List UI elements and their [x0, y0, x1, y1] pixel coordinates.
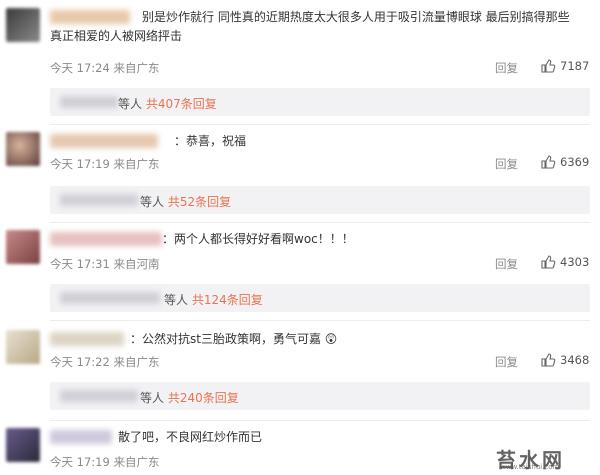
comment-text: 别是炒作就行 同性真的近期热度太大很多人用于吸引流量博眼球 最后别搞得那些 [142, 10, 570, 24]
reply-button[interactable]: 回复 [495, 60, 518, 76]
replies-summary[interactable]: 等人 共407条回复 [50, 88, 590, 116]
comment-text: ：两个人都长得好好看啊woc！！！ [162, 232, 354, 246]
replies-count[interactable]: 等人 共407条回复 [118, 95, 217, 112]
comment-meta: 今天 17:19 来自广东 [50, 157, 160, 171]
divider [50, 222, 590, 223]
reply-users-blurred [60, 390, 138, 402]
like-count: 6369 [560, 155, 590, 169]
replies-link[interactable]: 共124条回复 [192, 293, 263, 307]
replies-count[interactable]: 等人 共240条回复 [140, 389, 239, 406]
reply-button[interactable]: 回复 [495, 354, 518, 370]
avatar[interactable] [6, 8, 40, 42]
thumbs-up-icon [541, 353, 556, 367]
like-count: 3468 [560, 353, 590, 367]
reply-button[interactable]: 回复 [495, 256, 518, 272]
reply-users-blurred [60, 292, 160, 304]
like-count: 7187 [560, 59, 590, 73]
avatar[interactable] [6, 330, 40, 364]
thumbs-up-icon [541, 255, 556, 269]
comment-text-line2: 真正相爱的人被网络抨击 [50, 29, 183, 43]
replies-summary[interactable]: 等人 共240条回复 [50, 382, 590, 410]
comment-meta: 今天 17:24 来自广东 [50, 61, 160, 75]
thumbs-up-icon [541, 59, 556, 73]
replies-count[interactable]: 等人 共124条回复 [164, 291, 263, 308]
comment-meta: 今天 17:31 来自河南 [50, 257, 160, 271]
thumbs-up-icon [541, 155, 556, 169]
comment-meta: 今天 17:19 来自广东 [50, 455, 160, 469]
replies-link[interactable]: 共240条回复 [168, 391, 239, 405]
watermark-url: www.taishui.com [500, 463, 560, 471]
divider [50, 124, 590, 125]
avatar[interactable] [6, 428, 40, 462]
replies-count[interactable]: 等人 共52条回复 [140, 193, 231, 210]
like-button[interactable]: 7187 [540, 58, 589, 74]
like-button[interactable]: 3468 [540, 352, 589, 368]
divider [50, 420, 590, 421]
replies-link[interactable]: 共52条回复 [168, 195, 231, 209]
like-count: 4303 [560, 255, 590, 269]
reply-users-blurred [60, 194, 138, 206]
like-button[interactable]: 4303 [540, 254, 589, 270]
comment-text: ：恭喜，祝福 [174, 134, 247, 148]
replies-link[interactable]: 共407条回复 [146, 97, 217, 111]
avatar[interactable] [6, 230, 40, 264]
avatar[interactable] [6, 132, 40, 166]
like-button[interactable]: 6369 [540, 154, 589, 170]
divider [50, 320, 590, 321]
reply-users-blurred [60, 96, 118, 108]
comment-meta: 今天 17:22 来自广东 [50, 355, 160, 369]
reply-button[interactable]: 回复 [495, 156, 518, 172]
comment-text: ：公然对抗st三胎政策啊，勇气可嘉 😲 [130, 332, 338, 346]
shocked-emoji-icon: 😲 [324, 332, 338, 346]
replies-summary[interactable]: 等人 共124条回复 [50, 284, 590, 312]
comment-text: 散了吧，不良网红炒作而已 [118, 430, 263, 444]
replies-summary[interactable]: 等人 共52条回复 [50, 186, 590, 214]
